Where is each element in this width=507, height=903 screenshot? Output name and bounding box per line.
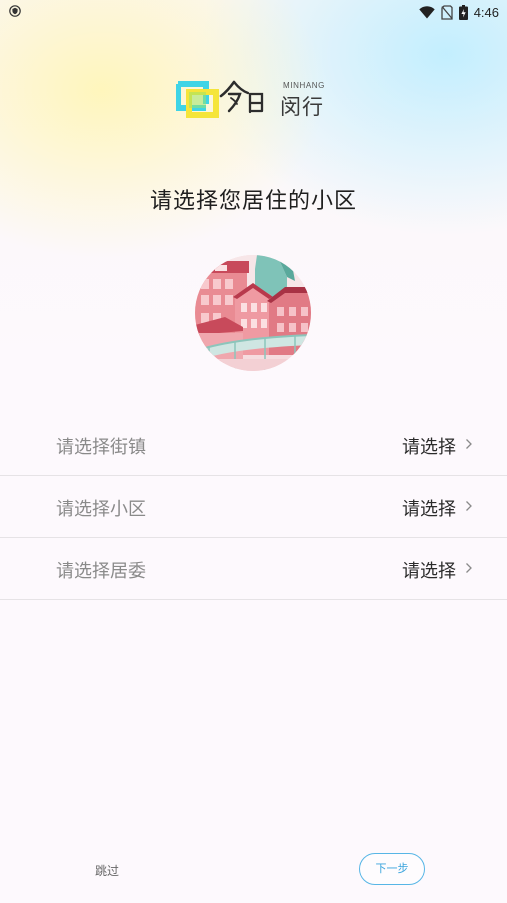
skip-link[interactable]: 跳过 <box>95 862 119 879</box>
jinri-logo-mark <box>176 80 264 118</box>
status-icons: 4:46 <box>418 3 499 21</box>
residents-committee-label: 请选择居委 <box>56 561 146 582</box>
status-time: 4:46 <box>473 4 499 20</box>
street-town-label: 请选择街镇 <box>56 437 146 458</box>
community-label: 请选择小区 <box>56 499 146 520</box>
app-logo: MINHANG 闵行 <box>176 74 336 120</box>
brand-latin: MINHANG <box>283 81 325 90</box>
shield-icon <box>9 5 21 17</box>
chevron-right-icon <box>466 501 472 511</box>
residents-committee-value[interactable]: 请选择 <box>402 557 456 583</box>
community-select-row[interactable]: 请选择小区 请选择 <box>0 476 507 538</box>
status-bar: 4:46 <box>0 0 507 24</box>
wifi-icon <box>418 5 435 18</box>
community-value[interactable]: 请选择 <box>402 495 456 521</box>
community-buildings-image <box>195 255 311 371</box>
street-town-value[interactable]: 请选择 <box>402 433 456 459</box>
community-illustration <box>195 255 311 371</box>
battery-charging-icon <box>458 4 468 20</box>
chevron-right-icon <box>466 563 472 573</box>
street-town-select-row[interactable]: 请选择街镇 请选择 <box>0 414 507 476</box>
selection-list: 请选择街镇 请选择 请选择小区 请选择 请选择居委 请选择 <box>0 414 507 600</box>
residents-committee-select-row[interactable]: 请选择居委 请选择 <box>0 538 507 600</box>
next-step-button[interactable]: 下一步 <box>359 853 425 885</box>
chevron-right-icon <box>466 439 472 449</box>
brand-name: 闵行 <box>280 95 324 119</box>
page-title: 请选择您居住的小区 <box>149 189 357 214</box>
no-sim-icon <box>441 4 453 20</box>
